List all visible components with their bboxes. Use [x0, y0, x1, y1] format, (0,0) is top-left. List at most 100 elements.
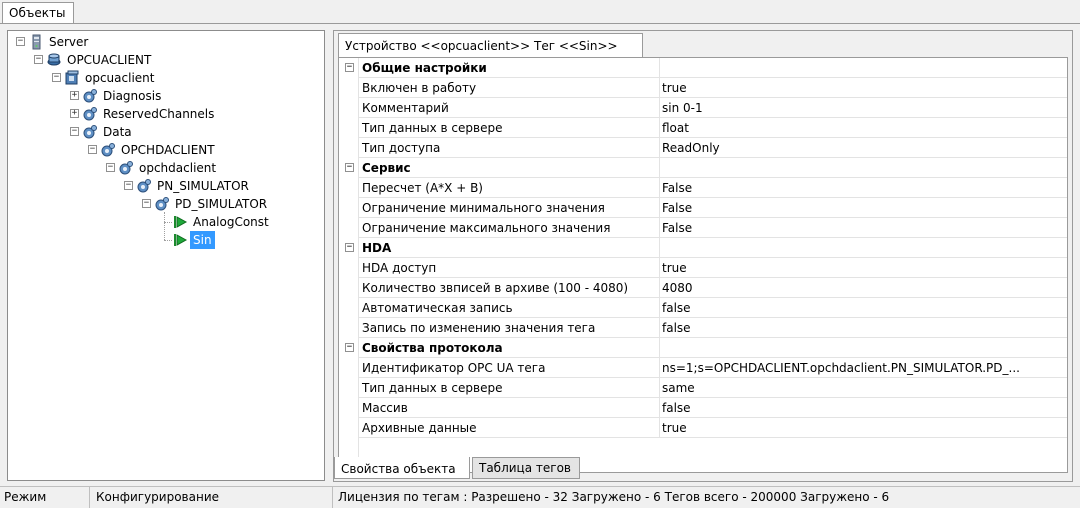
collapse-icon[interactable]: −	[345, 63, 354, 72]
grid-category-row[interactable]: − Общие настройки	[339, 58, 1067, 78]
property-value[interactable]: false	[660, 318, 1067, 338]
grid-property-row[interactable]: Тип данных в сервере same	[339, 378, 1067, 398]
grid-gutter	[339, 278, 358, 298]
grid-gutter	[339, 178, 358, 198]
grid-property-row[interactable]: Запись по изменению значения тега false	[339, 318, 1067, 338]
property-value[interactable]: true	[660, 78, 1067, 98]
property-value[interactable]: float	[660, 118, 1067, 138]
category-value	[660, 238, 1067, 258]
tree-item-label: opcuaclient	[85, 71, 155, 85]
grid-gutter	[339, 358, 358, 378]
grid-category-row[interactable]: − HDA	[339, 238, 1067, 258]
tab-object-properties[interactable]: Свойства объекта	[334, 457, 470, 479]
tree-item[interactable]: + ReservedChannels	[8, 105, 324, 123]
grid-gutter	[339, 78, 358, 98]
property-value[interactable]: same	[660, 378, 1067, 398]
collapse-icon[interactable]: −	[106, 163, 115, 172]
property-name: Ограничение максимального значения	[358, 218, 660, 238]
tree-item-label: ReservedChannels	[103, 107, 215, 121]
property-value[interactable]: False	[660, 218, 1067, 238]
tree-item[interactable]: − Server	[8, 33, 324, 51]
grid-property-row[interactable]: Количество звписей в архиве (100 - 4080)…	[339, 278, 1067, 298]
tree-item[interactable]: − OPCUACLIENT	[8, 51, 324, 69]
grid-property-row[interactable]: Пересчет (A*X + B) False	[339, 178, 1067, 198]
grid-property-row[interactable]: Идентификатор OPC UA тега ns=1;s=OPCHDACL…	[339, 358, 1067, 378]
grid-property-row[interactable]: Комментарий sin 0-1	[339, 98, 1067, 118]
tree-item[interactable]: Sin	[8, 231, 324, 249]
tree-item-label: Diagnosis	[103, 89, 162, 103]
tree-item[interactable]: − opchdaclient	[8, 159, 324, 177]
client-driver-icon	[46, 52, 62, 68]
grid-property-row[interactable]: Архивные данные true	[339, 418, 1067, 438]
tree-item[interactable]: AnalogConst	[8, 213, 324, 231]
objects-tabbar: Объекты	[0, 0, 1080, 24]
property-name: Тип доступа	[358, 138, 660, 158]
category-name: Общие настройки	[358, 58, 660, 78]
tree-item-label: Data	[103, 125, 132, 139]
tab-device-tag[interactable]: Устройство <<opcuaclient>> Тег <<Sin>>	[338, 33, 643, 57]
property-name: Автоматическая запись	[358, 298, 660, 318]
collapse-icon[interactable]: −	[124, 181, 133, 190]
tree-item[interactable]: − OPCHDACLIENT	[8, 141, 324, 159]
tree-item[interactable]: − PD_SIMULATOR	[8, 195, 324, 213]
category-value	[660, 58, 1067, 78]
grid-category-row[interactable]: − Сервис	[339, 158, 1067, 178]
grid-gutter: −	[339, 238, 358, 258]
grid-property-row[interactable]: Ограничение максимального значения False	[339, 218, 1067, 238]
property-grid[interactable]: − Общие настройки Включен в работу true Комм…	[338, 57, 1068, 473]
grid-gutter: −	[339, 158, 358, 178]
tree-connector	[164, 240, 172, 241]
collapse-icon[interactable]: −	[70, 127, 79, 136]
status-license: Лицензия по тегам : Разрешено - 32 Загру…	[338, 490, 890, 504]
grid-property-row[interactable]: Массив false	[339, 398, 1067, 418]
property-value[interactable]: sin 0-1	[660, 98, 1067, 118]
collapse-icon[interactable]: −	[345, 163, 354, 172]
grid-property-row[interactable]: Включен в работу true	[339, 78, 1067, 98]
property-value[interactable]: 4080	[660, 278, 1067, 298]
property-value[interactable]: False	[660, 198, 1067, 218]
tree-item[interactable]: + Diagnosis	[8, 87, 324, 105]
property-name: Тип данных в сервере	[358, 378, 660, 398]
property-value[interactable]: false	[660, 398, 1067, 418]
expand-icon[interactable]: +	[70, 109, 79, 118]
grid-property-row[interactable]: Автоматическая запись false	[339, 298, 1067, 318]
collapse-icon[interactable]: −	[88, 145, 97, 154]
collapse-icon[interactable]: −	[34, 55, 43, 64]
collapse-icon[interactable]: −	[16, 37, 25, 46]
property-name: Архивные данные	[358, 418, 660, 438]
grid-property-row[interactable]: HDA доступ true	[339, 258, 1067, 278]
property-value[interactable]: false	[660, 298, 1067, 318]
collapse-icon[interactable]: −	[345, 343, 354, 352]
tree-item[interactable]: − Data	[8, 123, 324, 141]
property-name: HDA доступ	[358, 258, 660, 278]
grid-property-row[interactable]: Тип данных в сервере float	[339, 118, 1067, 138]
property-value[interactable]: False	[660, 178, 1067, 198]
tab-objects[interactable]: Объекты	[2, 2, 74, 23]
grid-property-row[interactable]: Ограничение минимального значения False	[339, 198, 1067, 218]
collapse-icon[interactable]: −	[345, 243, 354, 252]
collapse-icon[interactable]: −	[52, 73, 61, 82]
object-tree[interactable]: − Server − OPCUACLIENT − opcuaclient + Diagnosi…	[7, 30, 325, 481]
property-value[interactable]: ns=1;s=OPCHDACLIENT.opchdaclient.PN_SIMU…	[660, 358, 1067, 378]
status-mode-label: Режим	[0, 487, 90, 508]
grid-category-row[interactable]: − Свойства протокола	[339, 338, 1067, 358]
properties-panel: Устройство <<opcuaclient>> Тег <<Sin>> −…	[333, 30, 1073, 482]
grid-gutter	[339, 298, 358, 318]
group-icon	[154, 196, 170, 212]
grid-gutter	[339, 198, 358, 218]
property-name: Массив	[358, 398, 660, 418]
tree-item[interactable]: − PN_SIMULATOR	[8, 177, 324, 195]
property-name: Включен в работу	[358, 78, 660, 98]
tree-connector	[164, 222, 172, 223]
group-icon	[118, 160, 134, 176]
grid-property-row[interactable]: Тип доступа ReadOnly	[339, 138, 1067, 158]
property-value[interactable]: true	[660, 418, 1067, 438]
property-value[interactable]: ReadOnly	[660, 138, 1067, 158]
collapse-icon[interactable]: −	[142, 199, 151, 208]
group-icon	[82, 88, 98, 104]
tree-item[interactable]: − opcuaclient	[8, 69, 324, 87]
expand-icon[interactable]: +	[70, 91, 79, 100]
tab-tag-table[interactable]: Таблица тегов	[472, 457, 580, 479]
category-name: Сервис	[358, 158, 660, 178]
property-value[interactable]: true	[660, 258, 1067, 278]
